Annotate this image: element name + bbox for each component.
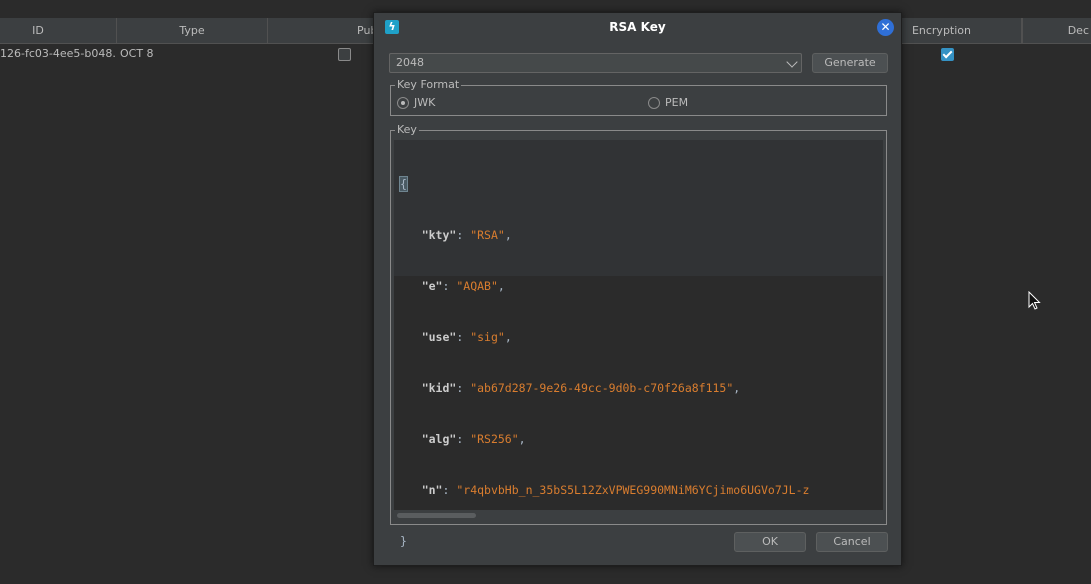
pem-radio[interactable] xyxy=(648,97,660,109)
jwk-label[interactable]: JWK xyxy=(414,97,435,109)
code-line: { xyxy=(394,176,809,193)
open-brace: { xyxy=(399,176,408,192)
json-value: "r4qbvbHb_n_35bS5L12ZxVPWEG990MNiM6YCjim… xyxy=(456,483,810,497)
json-value: "RS256" xyxy=(470,432,519,446)
json-value: "ab67d287-9e26-49cc-9d0b-c70f26a8f115" xyxy=(470,381,734,395)
code-line: "kty": "RSA", xyxy=(421,228,512,242)
json-value: "AQAB" xyxy=(456,279,498,293)
jwk-radio[interactable] xyxy=(397,97,409,109)
pem-label[interactable]: PEM xyxy=(665,97,688,109)
code-line: "kid": "ab67d287-9e26-49cc-9d0b-c70f26a8… xyxy=(421,381,741,395)
code-line: "n": "r4qbvbHb_n_35bS5L12ZxVPWEG990MNiM6… xyxy=(421,483,810,497)
dialog-title: RSA Key xyxy=(609,20,666,34)
cell-type[interactable]: OCT 8 xyxy=(120,44,260,64)
dialog-titlebar[interactable]: RSA Key ϟ ✕ xyxy=(374,13,901,41)
rsa-key-dialog: RSA Key ϟ ✕ 2048 Generate Key Format JWK… xyxy=(373,12,902,566)
column-header-decryption[interactable]: Dec xyxy=(1022,18,1091,43)
json-key: "kid" xyxy=(421,381,457,395)
column-header-type[interactable]: Type xyxy=(117,18,268,43)
json-key: "n" xyxy=(421,483,443,497)
json-sep: , xyxy=(497,279,505,293)
lightning-icon: ϟ xyxy=(385,20,399,34)
close-brace: } xyxy=(400,534,407,548)
key-size-select[interactable]: 2048 xyxy=(389,53,802,73)
horizontal-scrollbar[interactable] xyxy=(397,513,476,518)
json-key: "e" xyxy=(421,279,443,293)
key-format-group: Key Format JWK PEM xyxy=(390,79,887,116)
code-line: "alg": "RS256", xyxy=(421,432,526,446)
key-legend: Key xyxy=(395,123,419,136)
cancel-button[interactable]: Cancel xyxy=(816,532,888,552)
key-size-value: 2048 xyxy=(396,56,424,69)
chevron-down-icon xyxy=(786,56,798,68)
json-key: "use" xyxy=(421,330,457,344)
public-key-checkbox[interactable] xyxy=(338,48,351,61)
column-header-id[interactable]: ID xyxy=(0,18,117,43)
key-editor[interactable]: { "kty": "RSA", "e": "AQAB", "use": "sig… xyxy=(394,140,883,548)
key-format-legend: Key Format xyxy=(395,78,462,91)
json-sep: , xyxy=(518,432,526,446)
json-key: "kty" xyxy=(421,228,457,242)
json-key: "alg" xyxy=(421,432,457,446)
json-sep: , xyxy=(504,330,512,344)
json-value: "sig" xyxy=(470,330,505,344)
code-line: "e": "AQAB", xyxy=(421,279,505,293)
json-sep: , xyxy=(504,228,512,242)
close-icon[interactable]: ✕ xyxy=(877,19,894,36)
json-value: "RSA" xyxy=(470,228,505,242)
ok-button[interactable]: OK xyxy=(734,532,806,552)
cell-id[interactable]: 126-fc03-4ee5-b048... xyxy=(0,44,116,64)
generate-button[interactable]: Generate xyxy=(812,53,888,73)
code-line: "use": "sig", xyxy=(421,330,512,344)
encryption-checkbox[interactable] xyxy=(941,48,954,61)
json-sep: , xyxy=(733,381,741,395)
code-area[interactable]: { "kty": "RSA", "e": "AQAB", "use": "sig… xyxy=(394,140,883,548)
